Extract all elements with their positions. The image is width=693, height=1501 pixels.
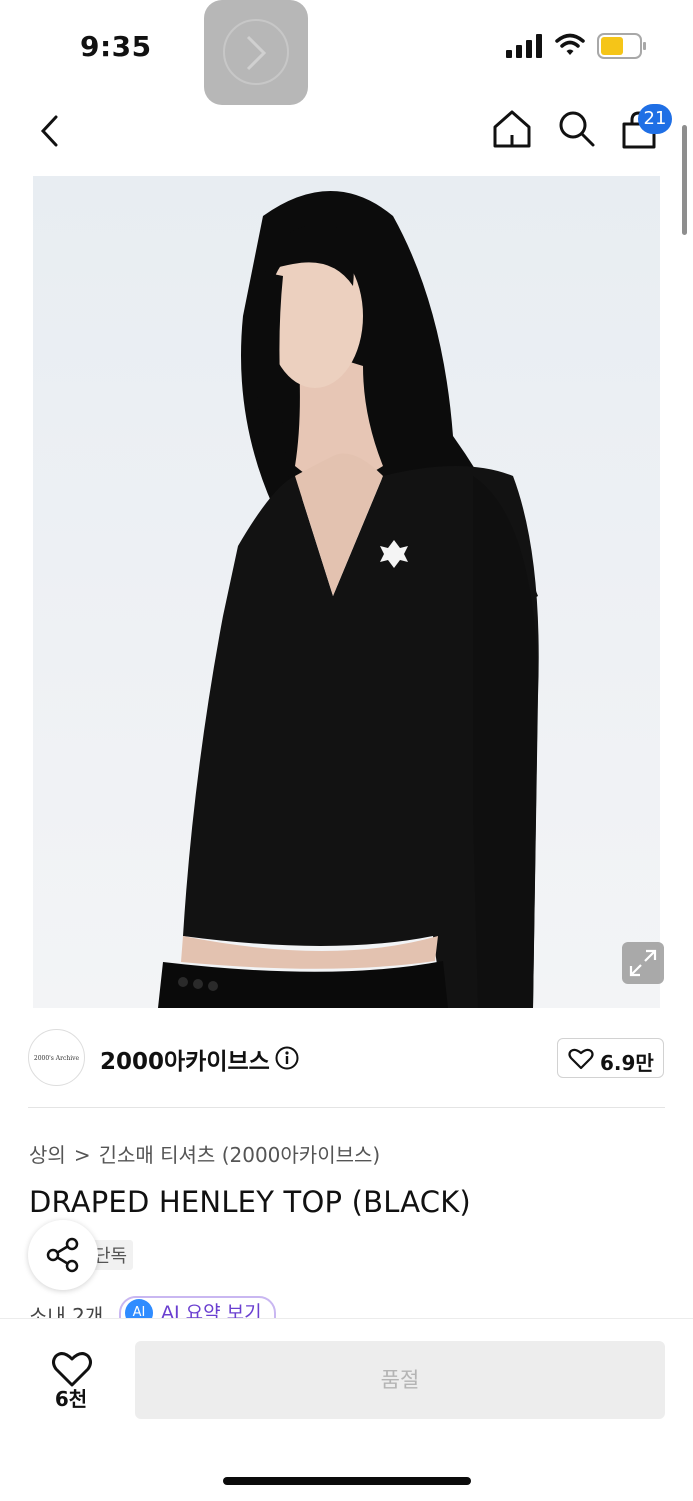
brand-like-button[interactable]: 6.9만 bbox=[557, 1038, 664, 1078]
ai-badge-icon: AI bbox=[125, 1299, 153, 1318]
product-title: DRAPED HENLEY TOP (BLACK) bbox=[29, 1185, 471, 1219]
brand-like-count: 6.9만 bbox=[600, 1051, 654, 1075]
search-icon[interactable] bbox=[555, 107, 599, 151]
ai-summary-label: AI 요약 보기 bbox=[161, 1302, 262, 1318]
ai-summary-button[interactable]: AI AI 요약 보기 bbox=[119, 1296, 276, 1318]
brand-logo[interactable]: 2000's Archive bbox=[28, 1029, 85, 1086]
model-photo-illustration bbox=[33, 176, 660, 1008]
seller-row: 2000's Archive 2000아카이브스 6.9만 bbox=[0, 1008, 693, 1108]
shipping-info: 소내 2개 bbox=[29, 1304, 104, 1318]
divider bbox=[28, 1107, 665, 1108]
share-icon bbox=[46, 1237, 79, 1273]
heart-icon bbox=[568, 1048, 594, 1070]
bottom-action-bar: 6천 품절 bbox=[0, 1318, 693, 1501]
cart-count-badge: 21 bbox=[638, 104, 672, 134]
scrollbar[interactable] bbox=[682, 125, 687, 235]
wish-count: 6천 bbox=[54, 1387, 88, 1411]
expand-icon[interactable] bbox=[622, 942, 664, 984]
chevron-right-icon bbox=[246, 35, 267, 71]
battery-icon bbox=[597, 33, 646, 59]
brand-name[interactable]: 2000아카이브스 bbox=[100, 1042, 270, 1076]
sold-out-button[interactable]: 품절 bbox=[135, 1341, 665, 1419]
signal-icon bbox=[506, 34, 542, 58]
assistive-touch-button[interactable] bbox=[204, 0, 308, 105]
wifi-icon bbox=[555, 33, 585, 55]
breadcrumb-item-category[interactable]: 긴소매 티셔츠 (2000아카이브스) bbox=[99, 1143, 381, 1167]
status-bar: 9:35 bbox=[0, 0, 693, 105]
breadcrumb: 상의 > 긴소매 티셔츠 (2000아카이브스) bbox=[29, 1139, 380, 1168]
chevron-left-icon[interactable] bbox=[36, 111, 66, 151]
home-icon[interactable] bbox=[490, 107, 534, 151]
share-button[interactable] bbox=[28, 1220, 98, 1290]
breadcrumb-item-top[interactable]: 상의 bbox=[29, 1143, 66, 1167]
status-time: 9:35 bbox=[80, 30, 152, 63]
breadcrumb-separator: > bbox=[73, 1143, 91, 1167]
info-icon[interactable] bbox=[275, 1046, 299, 1070]
top-nav bbox=[0, 95, 693, 170]
info-row-partial: 소내 2개 AI AI 요약 보기 bbox=[29, 1294, 669, 1318]
home-indicator[interactable] bbox=[223, 1477, 471, 1485]
product-image[interactable] bbox=[33, 176, 660, 1008]
